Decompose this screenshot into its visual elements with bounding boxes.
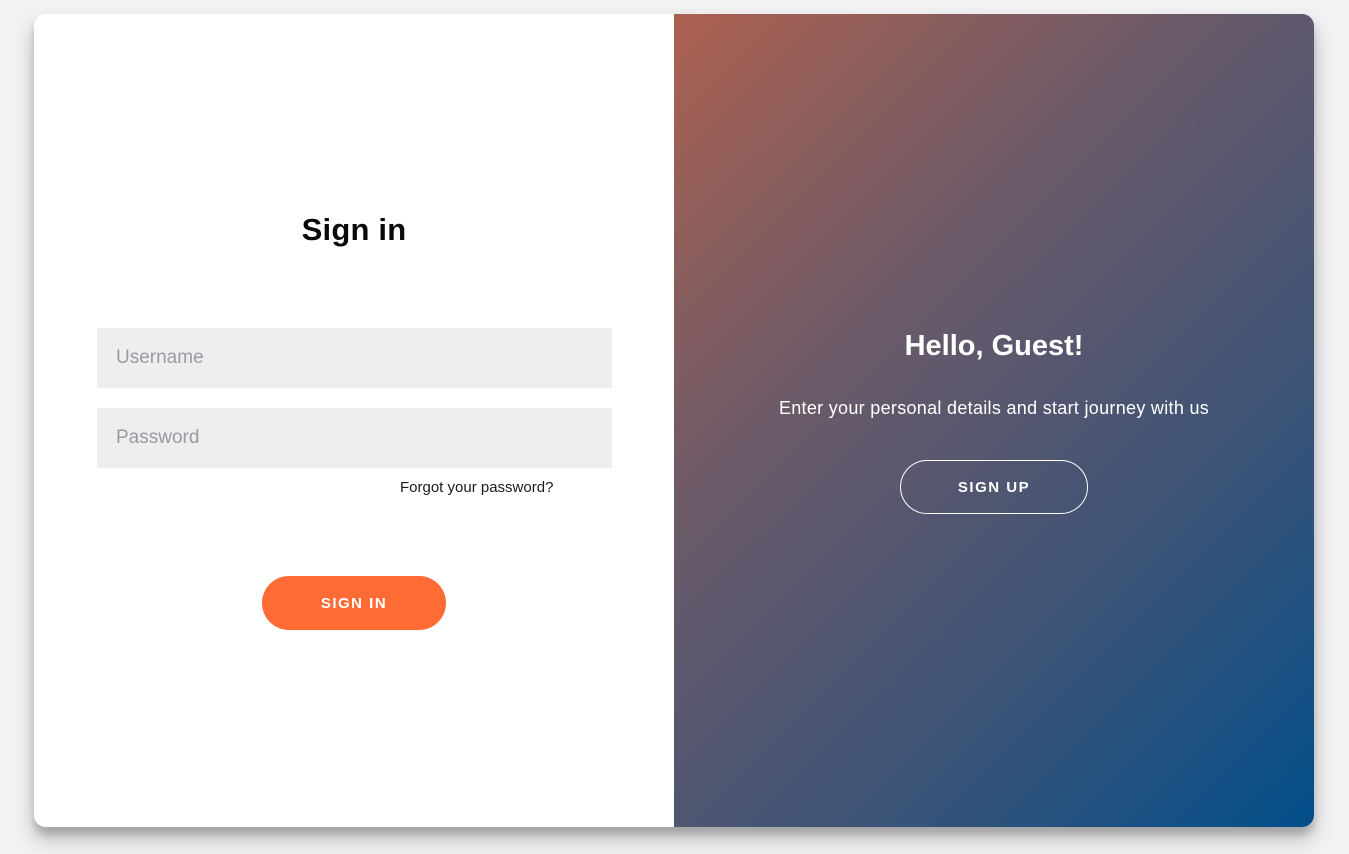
guest-subtitle: Enter your personal details and start jo…: [778, 398, 1210, 418]
forgot-password-link[interactable]: Forgot your password?: [400, 479, 553, 496]
signin-button[interactable]: SIGN IN: [262, 576, 446, 630]
auth-card: Sign in Forgot your password? SIGN IN He…: [34, 14, 1314, 827]
username-input[interactable]: [97, 328, 612, 388]
signup-button[interactable]: SIGN UP: [900, 460, 1088, 514]
guest-panel: Hello, Guest! Enter your personal detail…: [674, 14, 1314, 827]
password-input[interactable]: [97, 408, 612, 468]
signin-title: Sign in: [301, 212, 407, 247]
guest-title: Hello, Guest!: [904, 330, 1084, 362]
signin-panel: Sign in Forgot your password? SIGN IN: [34, 14, 674, 827]
